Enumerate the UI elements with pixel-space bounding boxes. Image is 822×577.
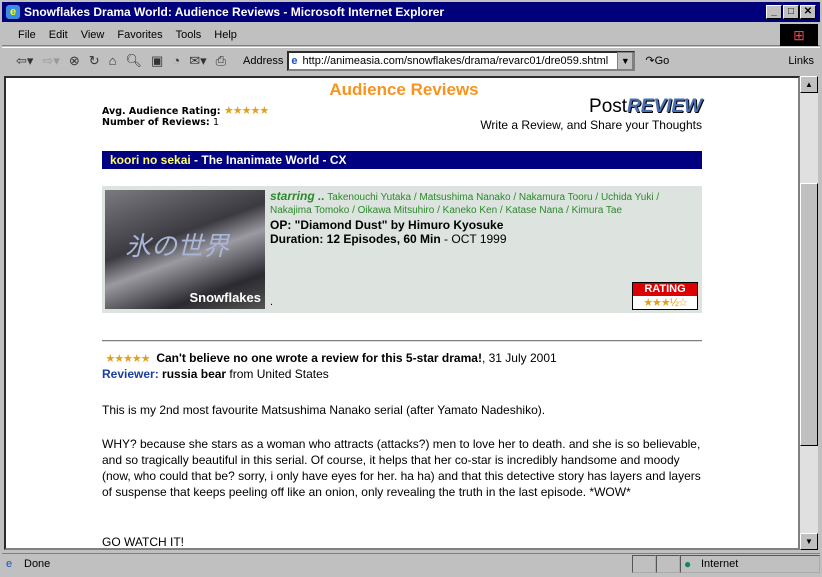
- reviewer-line: Reviewer: russia bear from United States: [102, 366, 702, 382]
- review-title: Can't believe no one wrote a review for …: [156, 351, 482, 365]
- review-paragraph: WHY? because she stars as a woman who at…: [102, 437, 701, 499]
- review-count-value: 1: [213, 117, 220, 128]
- globe-icon: ●: [684, 556, 692, 571]
- address-bar[interactable]: e http://animeasia.com/snowflakes/drama/…: [287, 50, 636, 71]
- dot: .: [270, 296, 274, 308]
- review-paragraph: GO WATCH IT!: [102, 535, 184, 549]
- review-paragraph: This is my 2nd most favourite Matsushima…: [102, 403, 546, 417]
- page-content: Audience Reviews Avg. Audience Rating: ★…: [4, 76, 800, 550]
- menu-help[interactable]: Help: [214, 29, 237, 41]
- drama-title-banner: koori no sekai - The Inanimate World - C…: [102, 151, 702, 169]
- mail-icon[interactable]: ✉▾: [189, 53, 206, 69]
- go-label: Go: [654, 55, 670, 67]
- drama-english-title: - The Inanimate World - CX: [190, 153, 347, 167]
- reviewer-label: Reviewer:: [102, 367, 159, 381]
- address-label: Address: [243, 54, 284, 67]
- menu-bar: File Edit View Favorites Tools Help: [2, 24, 820, 46]
- search-icon[interactable]: 🔍︎: [126, 53, 143, 69]
- menu-tools[interactable]: Tools: [176, 29, 202, 41]
- drama-info-box: 氷の世界 Snowflakes starring .. Takenouchi Y…: [102, 186, 702, 313]
- drama-japanese-title: koori no sekai: [110, 153, 191, 167]
- go-button[interactable]: ↷Go: [645, 54, 669, 67]
- page-done-icon: e: [6, 557, 13, 570]
- status-pane: [656, 554, 680, 573]
- menu-view[interactable]: View: [81, 29, 105, 41]
- avg-rating: Avg. Audience Rating: ★★★★★: [102, 104, 269, 117]
- review-count-label: Number of Reviews:: [102, 117, 210, 128]
- opening-song: OP: "Diamond Dust" by Himuro Kyosuke: [270, 218, 504, 232]
- rating-label: RATING: [633, 283, 697, 296]
- ie-icon: e: [6, 5, 20, 19]
- review-header: ★★★★★ Can't believe no one wrote a revie…: [102, 350, 702, 367]
- minimize-button[interactable]: _: [766, 5, 782, 19]
- review-text: REVIEW: [627, 96, 702, 117]
- menu-file[interactable]: File: [18, 29, 36, 41]
- window-title: Snowflakes Drama World: Audience Reviews…: [24, 5, 445, 19]
- duration: Duration: 12 Episodes, 60 Min - OCT 1999: [270, 232, 700, 246]
- avg-rating-stars: ★★★★★: [223, 104, 269, 117]
- refresh-icon[interactable]: ↻: [89, 53, 100, 69]
- print-icon[interactable]: ⎙: [216, 53, 226, 69]
- security-zone: ● Internet: [680, 554, 820, 573]
- status-bar: e Done ● Internet: [2, 553, 820, 573]
- status-text: Done: [24, 557, 51, 570]
- scroll-thumb[interactable]: [800, 183, 818, 446]
- title-bar: e Snowflakes Drama World: Audience Revie…: [2, 2, 820, 22]
- scroll-down-icon[interactable]: ▼: [800, 533, 818, 550]
- maximize-button[interactable]: □: [783, 5, 799, 19]
- history-icon[interactable]: ◔: [172, 53, 180, 68]
- reviewer-location: from United States: [226, 367, 329, 381]
- close-button[interactable]: ✕: [800, 5, 816, 19]
- status-pane: [632, 554, 656, 573]
- duration-value: Duration: 12 Episodes, 60 Min: [270, 232, 441, 246]
- home-icon[interactable]: ⌂: [109, 53, 117, 68]
- drama-thumbnail: 氷の世界 Snowflakes: [105, 190, 265, 309]
- windows-logo-icon: ⊞: [780, 24, 818, 46]
- review-count: Number of Reviews: 1: [102, 117, 219, 128]
- review-stars: ★★★★★: [105, 353, 150, 365]
- post-review-link[interactable]: PostREVIEW: [589, 96, 702, 118]
- scroll-up-icon[interactable]: ▲: [800, 76, 818, 93]
- menu-favorites[interactable]: Favorites: [117, 29, 162, 41]
- rating-badge: RATING ★★★½☆: [632, 282, 698, 310]
- cast-names: Takenouchi Yutaka / Matsushima Nanako / …: [270, 192, 660, 216]
- divider: [102, 340, 702, 342]
- address-dropdown-icon[interactable]: ▼: [617, 51, 634, 70]
- address-input[interactable]: http://animeasia.com/snowflakes/drama/re…: [303, 55, 616, 67]
- vertical-scrollbar[interactable]: ▲ ▼: [800, 76, 818, 550]
- review-date: , 31 July 2001: [481, 351, 557, 365]
- page-icon: e: [291, 54, 298, 67]
- cast-list: starring .. Takenouchi Yutaka / Matsushi…: [270, 190, 700, 217]
- thumbnail-kanji: 氷の世界: [125, 232, 230, 262]
- post-text: Post: [589, 96, 628, 117]
- favorites-icon[interactable]: ▣: [151, 53, 163, 69]
- zone-label: Internet: [701, 557, 739, 570]
- menu-edit[interactable]: Edit: [49, 29, 68, 41]
- avg-rating-label: Avg. Audience Rating:: [102, 106, 221, 117]
- back-icon[interactable]: ⇦▾: [16, 53, 33, 69]
- thumbnail-brand: Snowflakes: [189, 290, 261, 305]
- rating-stars: ★★★½☆: [643, 297, 688, 309]
- starring-label: starring ..: [270, 189, 325, 203]
- post-review-tagline[interactable]: Write a Review, and Share your Thoughts: [480, 118, 702, 132]
- reviewer-name: russia bear: [162, 367, 227, 381]
- stop-icon[interactable]: ⊗: [69, 53, 80, 69]
- forward-icon[interactable]: ⇨▾: [42, 53, 59, 69]
- links-button[interactable]: Links: [788, 55, 814, 67]
- air-date: - OCT 1999: [440, 232, 507, 246]
- toolbar: ⇦▾ ⇨▾ ⊗ ↻ ⌂ 🔍︎ ▣ ◔ ✉▾ ⎙ Address e http:/…: [2, 47, 820, 73]
